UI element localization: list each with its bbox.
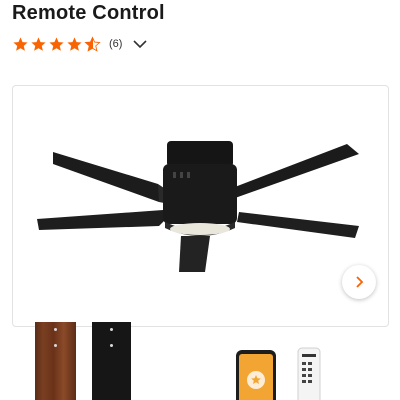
rating-row[interactable]: (6) [12,34,148,54]
star-icon [13,36,28,51]
blade-hole [54,328,57,331]
blade-hole [110,344,113,347]
star-half-icon [84,35,101,52]
next-image-button[interactable] [342,265,376,299]
product-image-gallery[interactable] [12,85,389,327]
product-title: Remote Control [12,2,165,24]
blade-hole [110,328,113,331]
thumbnail-app-remote[interactable] [232,330,357,400]
chevron-right-icon [356,276,364,288]
star-icon [31,36,46,51]
star-rating [12,35,101,53]
blade-hole [54,344,57,347]
ceiling-fan-image [37,141,359,272]
chevron-down-icon[interactable] [132,38,148,50]
star-icon [49,36,64,51]
star-icon [67,36,82,51]
thumbnail-wood-blade[interactable] [35,322,76,400]
thumbnail-black-blade[interactable] [92,322,131,400]
review-count[interactable]: (6) [109,38,122,50]
